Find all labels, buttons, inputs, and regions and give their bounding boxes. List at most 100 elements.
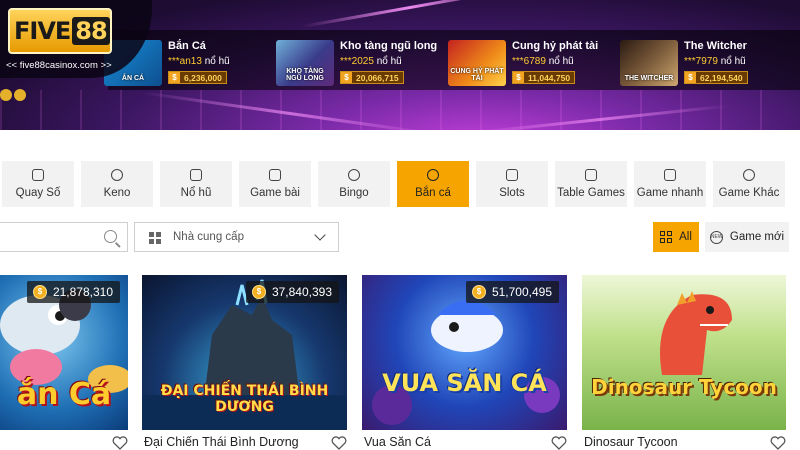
heart-icon[interactable] bbox=[112, 436, 128, 450]
ticker-game-name: Bắn Cá bbox=[168, 40, 206, 52]
coin-icon: $ bbox=[513, 72, 524, 83]
jackpot-badge: $21,878,310 bbox=[26, 281, 120, 303]
ticker-player-id: ***6789 bbox=[512, 56, 546, 67]
slot-machine-icon bbox=[506, 169, 518, 181]
game-thumbnail[interactable]: CUNG HỶ PHÁT TÀI bbox=[448, 40, 506, 86]
tab-label: Slots bbox=[499, 187, 525, 199]
fish-shooting-icon bbox=[427, 169, 439, 181]
game-art-title: VUA SĂN CÁ bbox=[382, 369, 547, 397]
ticker-player: ***6789 nổ hũ bbox=[512, 56, 622, 67]
ticker-game-name: The Witcher bbox=[684, 40, 747, 52]
ticker-action: nổ hũ bbox=[376, 56, 402, 67]
game-art-title: Dinosaur Tycoon bbox=[591, 375, 777, 399]
ticker-amount: 62,194,540 bbox=[700, 72, 743, 83]
tab-label: Game nhanh bbox=[636, 187, 704, 199]
game-image[interactable]: Dinosaur Tycoon bbox=[582, 275, 786, 430]
chevron-down-icon bbox=[314, 229, 326, 241]
ticker-info: Kho tàng ngũ long ***2025 nổ hũ $20,066,… bbox=[340, 40, 450, 85]
coin-icon: $ bbox=[341, 72, 352, 83]
tab-slots[interactable]: Slots bbox=[476, 161, 548, 207]
coin-icon: $ bbox=[251, 285, 266, 299]
tab-label: Nổ hũ bbox=[180, 187, 212, 199]
heart-icon[interactable] bbox=[551, 436, 567, 450]
logo-number: 88 bbox=[72, 17, 110, 45]
lottery-icon bbox=[32, 169, 44, 181]
ticker-player: ***an13 nổ hũ bbox=[168, 56, 278, 67]
tab-game-nhanh[interactable]: Game nhanh bbox=[634, 161, 706, 207]
game-art-title: ĐẠI CHIẾN THÁI BÌNH DƯƠNG bbox=[160, 383, 329, 415]
heart-icon[interactable] bbox=[331, 436, 347, 450]
tab-label: Quay Số bbox=[15, 187, 61, 199]
jackpot-ticker: ẮN CÁ Bắn Cá ***an13 nổ hũ $6,236,000 KH… bbox=[104, 30, 800, 90]
jackpot-amount: 37,840,393 bbox=[271, 285, 332, 299]
ticker-player: ***7979 nổ hũ bbox=[684, 56, 794, 67]
jackpot-amount: 51,700,495 bbox=[491, 285, 552, 299]
thumbnail-label: KHO TÀNG NGŨ LONG bbox=[286, 68, 324, 82]
tab-label: Table Games bbox=[557, 187, 625, 199]
other-games-icon bbox=[743, 169, 755, 181]
ticker-info: Cung hỷ phát tài ***6789 nổ hũ $11,044,7… bbox=[512, 40, 622, 85]
game-image[interactable]: VUA SĂN CÁ $51,700,495 bbox=[362, 275, 567, 430]
search-input[interactable] bbox=[0, 222, 128, 252]
jackpot-badge: $51,700,495 bbox=[465, 281, 559, 303]
heart-icon[interactable] bbox=[770, 436, 786, 450]
thumbnail-label: CUNG HỶ PHÁT TÀI bbox=[450, 68, 504, 82]
tab-bingo[interactable]: Bingo bbox=[318, 161, 390, 207]
game-image[interactable]: ắn Cá $21,878,310 bbox=[0, 275, 128, 430]
coin-icon: $ bbox=[169, 72, 180, 83]
quick-game-icon bbox=[664, 169, 676, 181]
game-card[interactable]: ĐẠI CHIẾN THÁI BÌNH DƯƠNG $37,840,393 Đạ… bbox=[142, 275, 347, 450]
game-title[interactable]: Vua Săn Cá bbox=[364, 435, 431, 449]
tab-label: Bingo bbox=[339, 187, 369, 199]
game-card[interactable]: Dinosaur Tycoon Dinosaur Tycoon bbox=[582, 275, 786, 450]
ticker-amount-badge: $6,236,000 bbox=[168, 71, 227, 84]
bingo-ball-icon bbox=[348, 169, 360, 181]
tab-keno[interactable]: Keno bbox=[81, 161, 153, 207]
table-icon bbox=[585, 169, 597, 181]
ticker-action: nổ hũ bbox=[548, 56, 574, 67]
tab-ban-ca[interactable]: Bắn cá bbox=[397, 161, 469, 207]
tab-table-games[interactable]: Table Games bbox=[555, 161, 627, 207]
brand-logo[interactable]: FIVE 88 bbox=[8, 8, 112, 54]
ticker-amount-badge: $20,066,715 bbox=[340, 71, 404, 84]
coin-icon: $ bbox=[32, 285, 47, 299]
coin-icon: $ bbox=[471, 285, 486, 299]
game-card[interactable]: ắn Cá $21,878,310 bbox=[0, 275, 128, 450]
ticker-info: The Witcher ***7979 nổ hũ $62,194,540 bbox=[684, 40, 794, 85]
tab-game-khac[interactable]: Game Khác bbox=[713, 161, 785, 207]
logo-text: FIVE bbox=[14, 17, 71, 45]
game-thumbnail[interactable]: KHO TÀNG NGŨ LONG bbox=[276, 40, 334, 86]
new-games-button[interactable]: NEW Game mới bbox=[705, 222, 789, 252]
search-icon[interactable] bbox=[104, 230, 117, 243]
tab-game-bai[interactable]: Game bài bbox=[239, 161, 311, 207]
game-thumbnail[interactable]: THE WITCHER bbox=[620, 40, 678, 86]
coin-decoration bbox=[0, 88, 30, 102]
ticker-amount: 11,044,750 bbox=[528, 72, 571, 83]
slot-jar-icon bbox=[190, 169, 202, 181]
ticker-player-id: ***an13 bbox=[168, 56, 202, 67]
game-card[interactable]: VUA SĂN CÁ $51,700,495 Vua Săn Cá bbox=[362, 275, 567, 450]
tab-label: Game Khác bbox=[718, 187, 780, 199]
game-title[interactable]: Đại Chiến Thái Bình Dương bbox=[144, 435, 299, 449]
keno-balls-icon bbox=[111, 169, 123, 181]
game-title[interactable]: Dinosaur Tycoon bbox=[584, 435, 678, 449]
jackpot-amount: 21,878,310 bbox=[52, 285, 113, 299]
category-tabs: Quay Số Keno Nổ hũ Game bài Bingo Bắn cá… bbox=[0, 161, 800, 207]
grid-icon bbox=[660, 231, 673, 243]
ticker-player: ***2025 nổ hũ bbox=[340, 56, 450, 67]
site-url: << five88casinox.com >> bbox=[6, 60, 112, 71]
tab-quay-so[interactable]: Quay Số bbox=[2, 161, 74, 207]
jackpot-badge: $37,840,393 bbox=[245, 281, 339, 303]
neon-floor bbox=[0, 90, 800, 130]
ticker-action: nổ hũ bbox=[204, 56, 230, 67]
tab-label: Bắn cá bbox=[415, 187, 451, 199]
new-badge-icon: NEW bbox=[709, 230, 723, 244]
game-image[interactable]: ĐẠI CHIẾN THÁI BÌNH DƯƠNG $37,840,393 bbox=[142, 275, 347, 430]
page: ẮN CÁ Bắn Cá ***an13 nổ hũ $6,236,000 KH… bbox=[0, 0, 800, 450]
hero-banner: ẮN CÁ Bắn Cá ***an13 nổ hũ $6,236,000 KH… bbox=[0, 0, 800, 130]
ticker-amount: 20,066,715 bbox=[356, 72, 399, 83]
ticker-info: Bắn Cá ***an13 nổ hũ $6,236,000 bbox=[168, 40, 278, 85]
provider-select[interactable]: Nhà cung cấp bbox=[134, 222, 339, 252]
tab-no-hu[interactable]: Nổ hũ bbox=[160, 161, 232, 207]
all-games-button[interactable]: All bbox=[653, 222, 699, 252]
